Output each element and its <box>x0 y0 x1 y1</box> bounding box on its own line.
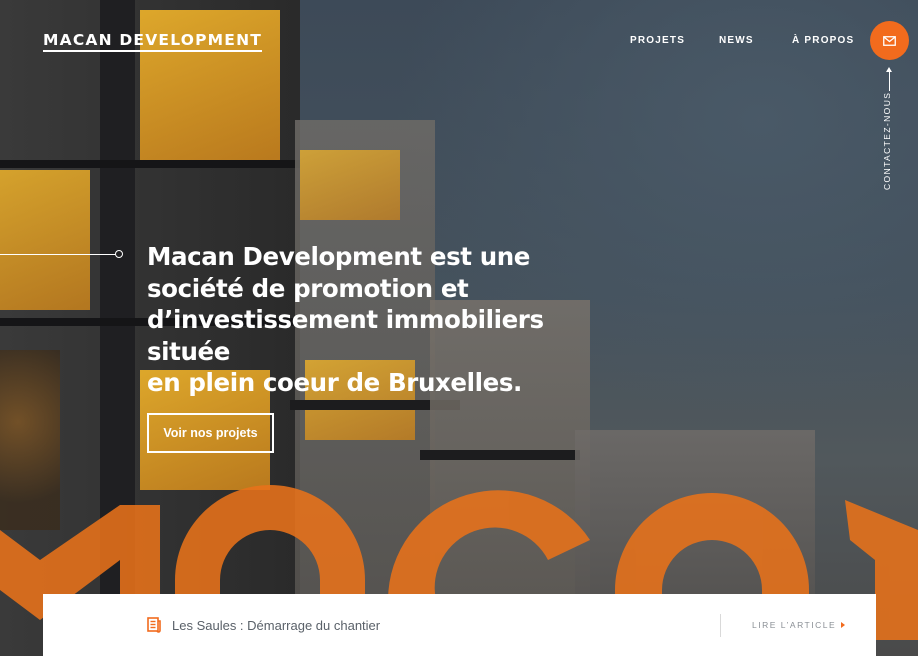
brand-logo[interactable]: MACAN DEVELOPMENT <box>43 31 263 52</box>
hero-headline: Macan Development est une société de pro… <box>147 241 597 399</box>
contact-vertical-link[interactable]: CONTACTEZ-NOUS <box>882 92 892 190</box>
headline-line: en plein coeur de Bruxelles. <box>147 368 522 397</box>
news-divider <box>720 614 721 637</box>
headline-circle-decoration <box>115 250 123 258</box>
mail-icon <box>883 35 896 46</box>
headline-line: Macan Development est une <box>147 242 531 271</box>
nav-item-a-propos[interactable]: À PROPOS <box>792 35 854 46</box>
news-bar: Les Saules : Démarrage du chantier LIRE … <box>43 594 876 656</box>
hero-section: MACAN DEVELOPMENT PROJETS NEWS À PROPOS … <box>0 0 918 656</box>
nav-item-news[interactable]: NEWS <box>719 35 754 46</box>
news-article-icon <box>147 617 161 633</box>
headline-line-decoration <box>0 254 116 255</box>
contact-button[interactable] <box>870 21 909 60</box>
headline-line: d’investissement immobiliers située <box>147 305 544 366</box>
contact-line-divider <box>889 69 890 91</box>
caret-right-icon <box>841 622 845 628</box>
view-projects-button[interactable]: Voir nos projets <box>147 413 274 453</box>
headline-line: société de promotion et <box>147 273 469 303</box>
read-article-link[interactable]: LIRE L’ARTICLE <box>752 620 836 630</box>
nav-item-projets[interactable]: PROJETS <box>630 35 685 46</box>
news-title[interactable]: Les Saules : Démarrage du chantier <box>172 618 380 633</box>
